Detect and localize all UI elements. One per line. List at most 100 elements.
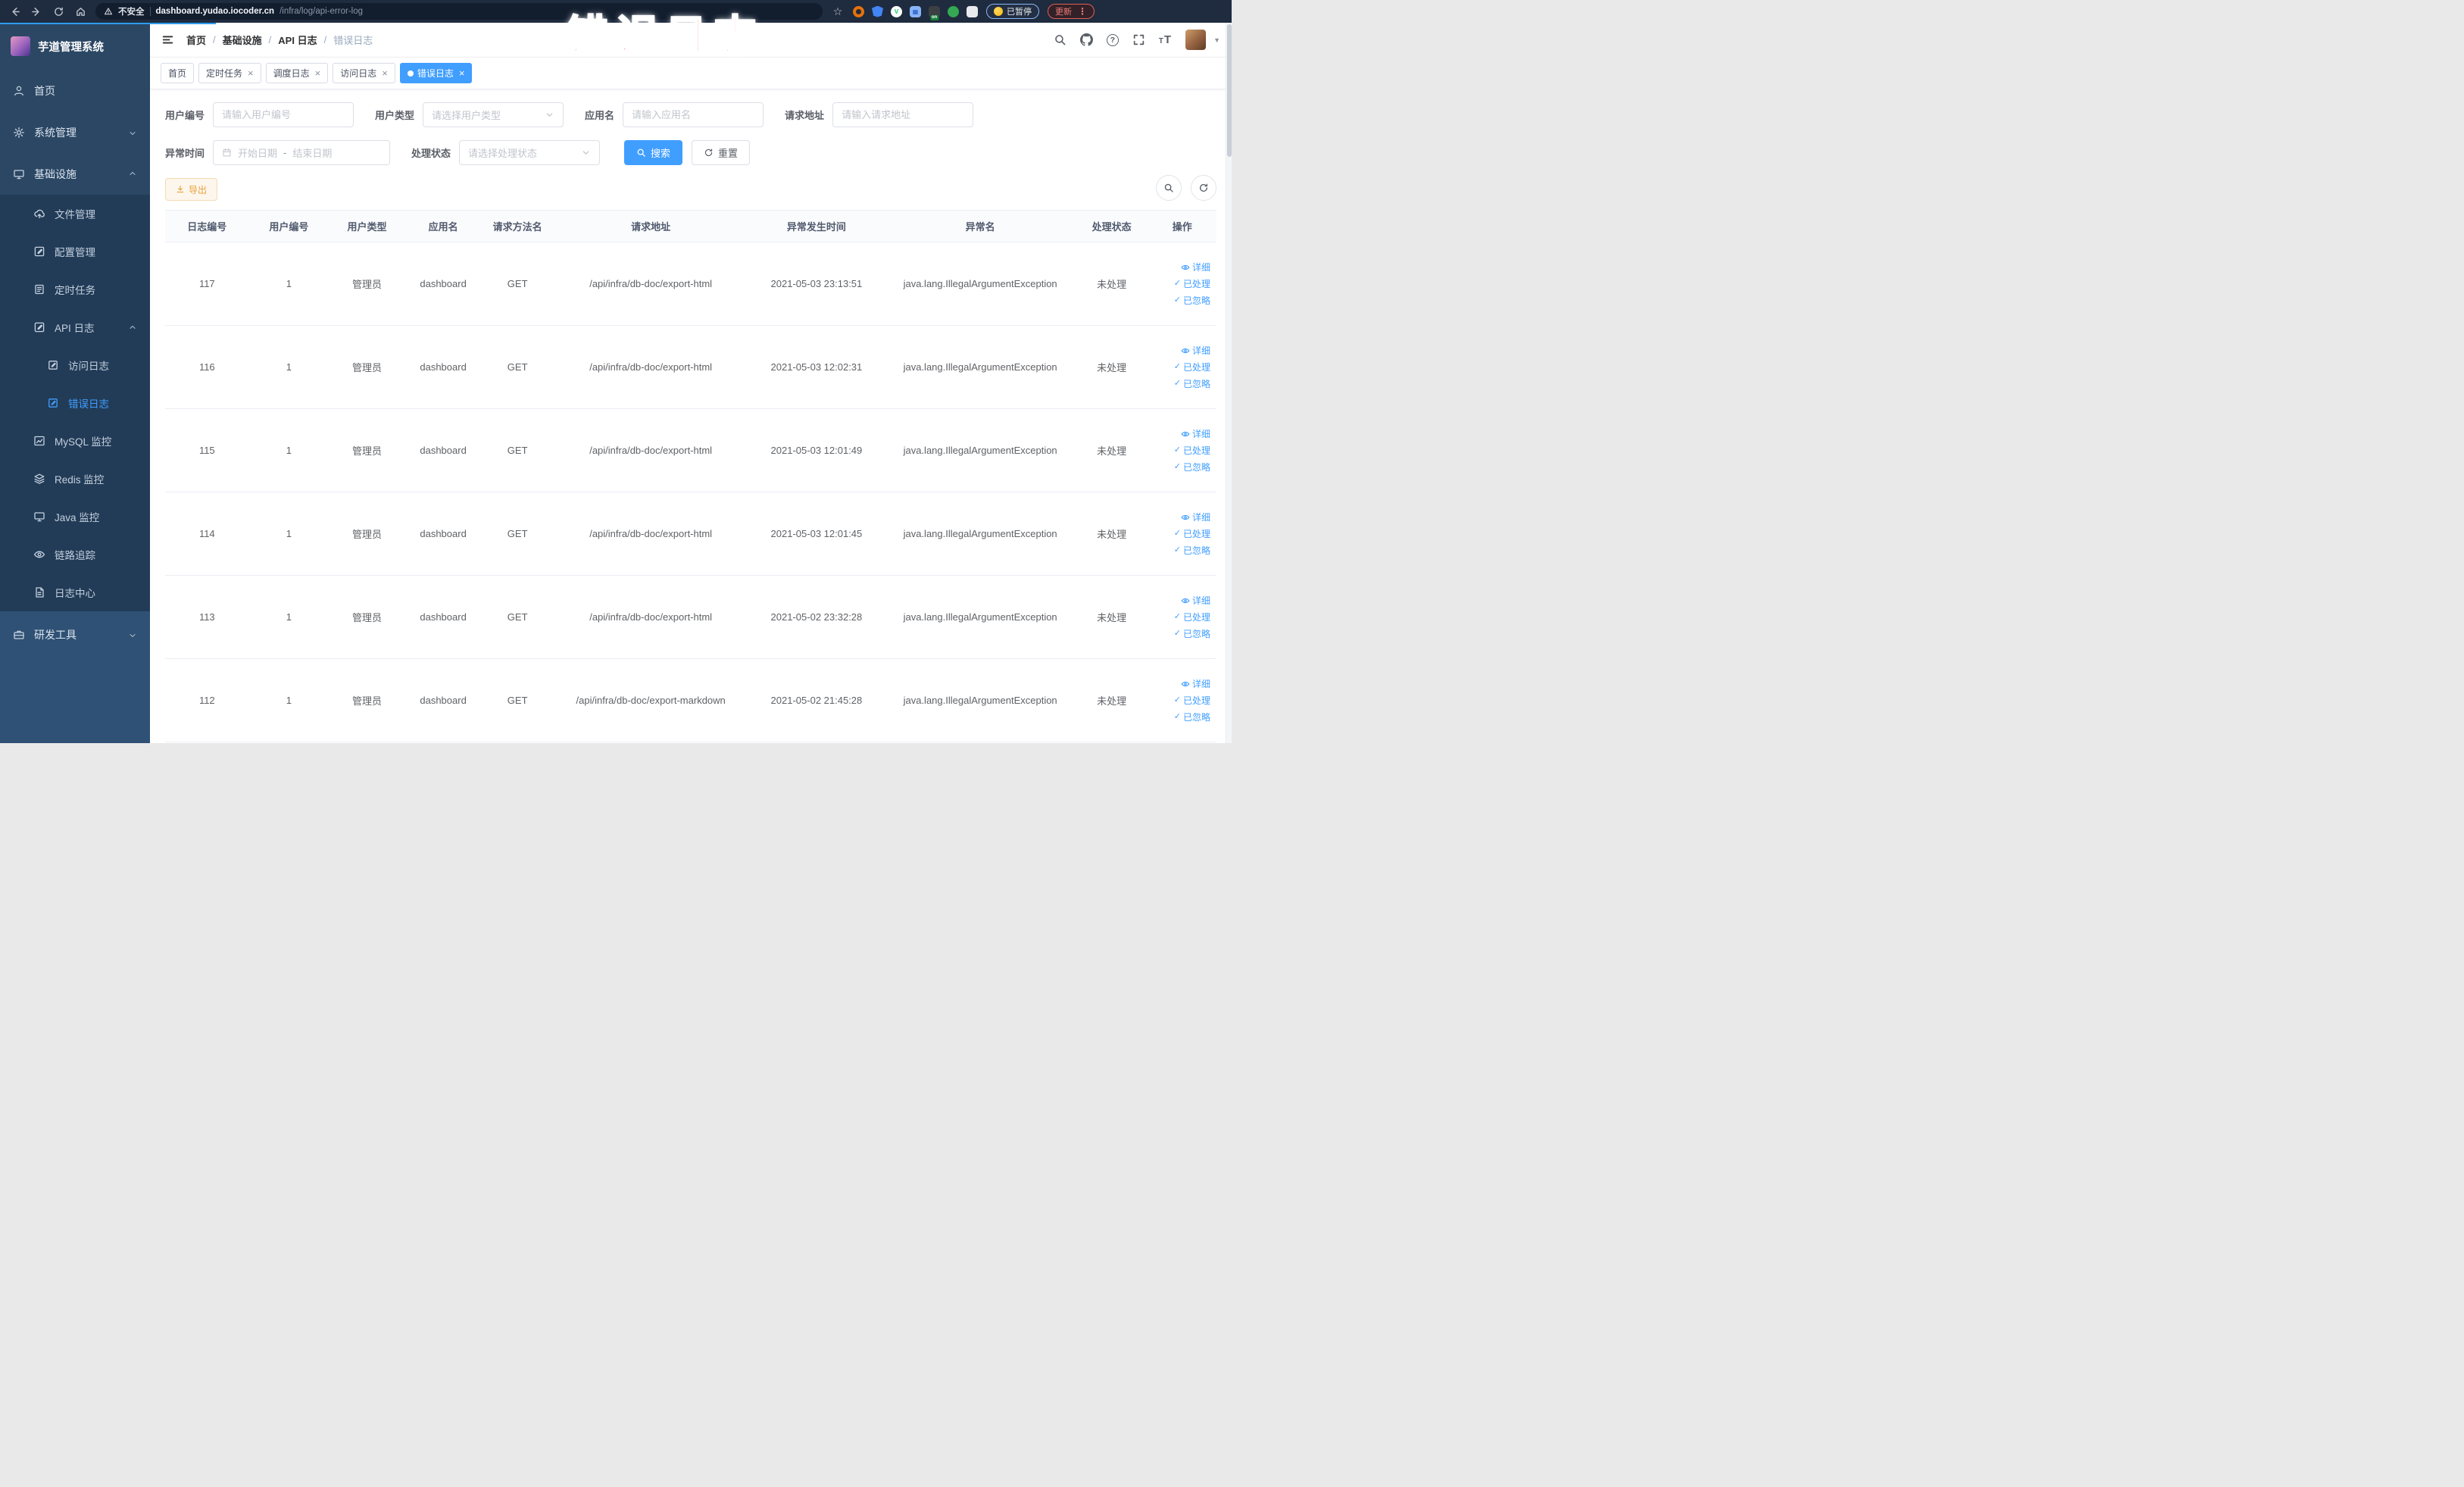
filter-row-2: 异常时间 开始日期 - 结束日期 处理状态 请选择处理状态 搜索 重置: [165, 140, 1216, 165]
text-input-field[interactable]: [222, 109, 345, 120]
sidebar-item-api-日志[interactable]: API 日志: [0, 308, 150, 346]
action-已忽略[interactable]: ✓ 已忽略: [1151, 376, 1210, 392]
breadcrumb-item[interactable]: 首页: [186, 33, 206, 47]
back-icon[interactable]: [8, 5, 21, 18]
breadcrumb-item[interactable]: API 日志: [278, 33, 317, 47]
date-end-placeholder: 结束日期: [292, 148, 333, 159]
avatar-caret-icon[interactable]: ▼: [1213, 36, 1220, 44]
reload-icon[interactable]: [52, 5, 65, 18]
action-已处理[interactable]: ✓ 已处理: [1151, 692, 1210, 709]
search-icon[interactable]: [1054, 33, 1066, 46]
vertical-scrollbar[interactable]: [1226, 23, 1232, 743]
chart-icon: [33, 435, 45, 447]
action-详细[interactable]: 详细: [1151, 509, 1210, 526]
user-avatar[interactable]: [1185, 30, 1207, 50]
hamburger-icon[interactable]: [161, 33, 174, 46]
tab-首页[interactable]: 首页: [161, 63, 195, 83]
check-icon: ✓: [1173, 695, 1181, 704]
sidebar-item-redis-监控[interactable]: Redis 监控: [0, 460, 150, 498]
select-dropdown[interactable]: 请选择用户类型: [423, 102, 564, 127]
ext-blue-shield-icon[interactable]: [872, 5, 883, 17]
forward-icon[interactable]: [30, 5, 43, 18]
breadcrumb-item[interactable]: 基础设施: [223, 33, 262, 47]
chevron-down-icon: [545, 110, 554, 120]
sidebar-item-研发工具[interactable]: 研发工具: [0, 614, 150, 655]
action-已忽略[interactable]: ✓ 已忽略: [1151, 459, 1210, 476]
action-已处理[interactable]: ✓ 已处理: [1151, 609, 1210, 626]
date-range-picker[interactable]: 开始日期 - 结束日期: [213, 140, 391, 165]
action-已忽略[interactable]: ✓ 已忽略: [1151, 542, 1210, 559]
close-icon[interactable]: ×: [248, 67, 254, 79]
sidebar-item-错误日志[interactable]: 错误日志: [0, 384, 150, 422]
cell-method: GET: [481, 242, 554, 326]
home-icon[interactable]: [73, 5, 87, 18]
sidebar-item-java-监控[interactable]: Java 监控: [0, 498, 150, 536]
filter-label: 异常时间: [165, 148, 205, 159]
app-logo-row[interactable]: 芋道管理系统: [0, 23, 150, 70]
sidebar-item-首页[interactable]: 首页: [0, 70, 150, 111]
action-label: 已忽略: [1182, 378, 1210, 389]
action-label: 详细: [1191, 345, 1210, 356]
bookmark-star-icon[interactable]: ☆: [831, 5, 845, 18]
refresh-button[interactable]: [1191, 175, 1216, 201]
ext-green-v-icon[interactable]: V: [891, 5, 902, 17]
help-icon[interactable]: ?: [1106, 33, 1119, 46]
action-详细[interactable]: 详细: [1151, 426, 1210, 442]
text-input-field[interactable]: [632, 109, 755, 120]
tab-错误日志[interactable]: 错误日志 ×: [399, 63, 473, 83]
action-详细[interactable]: 详细: [1151, 342, 1210, 359]
tab-定时任务[interactable]: 定时任务 ×: [198, 63, 261, 83]
sidebar-item-基础设施[interactable]: 基础设施: [0, 153, 150, 195]
text-input[interactable]: [213, 102, 354, 127]
ext-puzzle-icon[interactable]: [967, 5, 978, 17]
close-icon[interactable]: ×: [382, 67, 388, 79]
ext-grid-icon[interactable]: ▦: [910, 5, 921, 17]
sidebar-item-文件管理[interactable]: 文件管理: [0, 195, 150, 233]
action-label: 已处理: [1182, 528, 1210, 539]
export-button[interactable]: 导出: [165, 178, 218, 201]
text-input[interactable]: [832, 102, 974, 127]
action-详细[interactable]: 详细: [1151, 259, 1210, 276]
action-已忽略[interactable]: ✓ 已忽略: [1151, 626, 1210, 642]
ext-orange-donut-icon[interactable]: [853, 5, 864, 17]
tab-调度日志[interactable]: 调度日志 ×: [265, 63, 329, 83]
font-size-icon[interactable]: TT: [1159, 33, 1172, 46]
text-input[interactable]: [623, 102, 764, 127]
action-已忽略[interactable]: ✓ 已忽略: [1151, 292, 1210, 309]
cell-method: GET: [481, 575, 554, 659]
fullscreen-icon[interactable]: [1132, 33, 1145, 46]
log-icon: [33, 586, 45, 598]
action-详细[interactable]: 详细: [1151, 592, 1210, 609]
reset-button[interactable]: 重置: [692, 140, 751, 165]
paused-extension-pill[interactable]: 已暂停: [986, 4, 1039, 19]
sidebar-item-定时任务[interactable]: 定时任务: [0, 270, 150, 308]
action-已处理[interactable]: ✓ 已处理: [1151, 442, 1210, 459]
browser-menu-icon[interactable]: ⋮: [1078, 6, 1087, 17]
browser-update-button[interactable]: 更新 ⋮: [1048, 4, 1095, 19]
github-icon[interactable]: [1079, 33, 1093, 46]
search-toggle-button[interactable]: [1156, 175, 1182, 201]
sidebar-item-配置管理[interactable]: 配置管理: [0, 233, 150, 270]
close-icon[interactable]: ×: [315, 67, 321, 79]
cloud-icon: [33, 208, 45, 220]
sidebar-item-访问日志[interactable]: 访问日志: [0, 346, 150, 384]
sidebar-item-mysql-监控[interactable]: MySQL 监控: [0, 422, 150, 460]
search-button[interactable]: 搜索: [624, 140, 683, 165]
action-已处理[interactable]: ✓ 已处理: [1151, 359, 1210, 376]
close-icon[interactable]: ×: [459, 67, 465, 79]
tab-访问日志[interactable]: 访问日志 ×: [333, 63, 395, 83]
sidebar-item-日志中心[interactable]: 日志中心: [0, 573, 150, 611]
ext-green-sprout-icon[interactable]: [948, 5, 959, 17]
ext-dark-on-icon[interactable]: on: [929, 5, 940, 20]
action-已处理[interactable]: ✓ 已处理: [1151, 276, 1210, 292]
scrollbar-thumb[interactable]: [1226, 24, 1232, 157]
sidebar-item-系统管理[interactable]: 系统管理: [0, 111, 150, 153]
select-dropdown[interactable]: 请选择处理状态: [459, 140, 601, 165]
action-label: 详细: [1191, 511, 1210, 523]
sidebar-item-label: MySQL 监控: [55, 436, 112, 448]
sidebar-item-链路追踪[interactable]: 链路追踪: [0, 536, 150, 573]
text-input-field[interactable]: [842, 109, 965, 120]
action-已忽略[interactable]: ✓ 已忽略: [1151, 709, 1210, 726]
action-已处理[interactable]: ✓ 已处理: [1151, 526, 1210, 542]
action-详细[interactable]: 详细: [1151, 676, 1210, 692]
